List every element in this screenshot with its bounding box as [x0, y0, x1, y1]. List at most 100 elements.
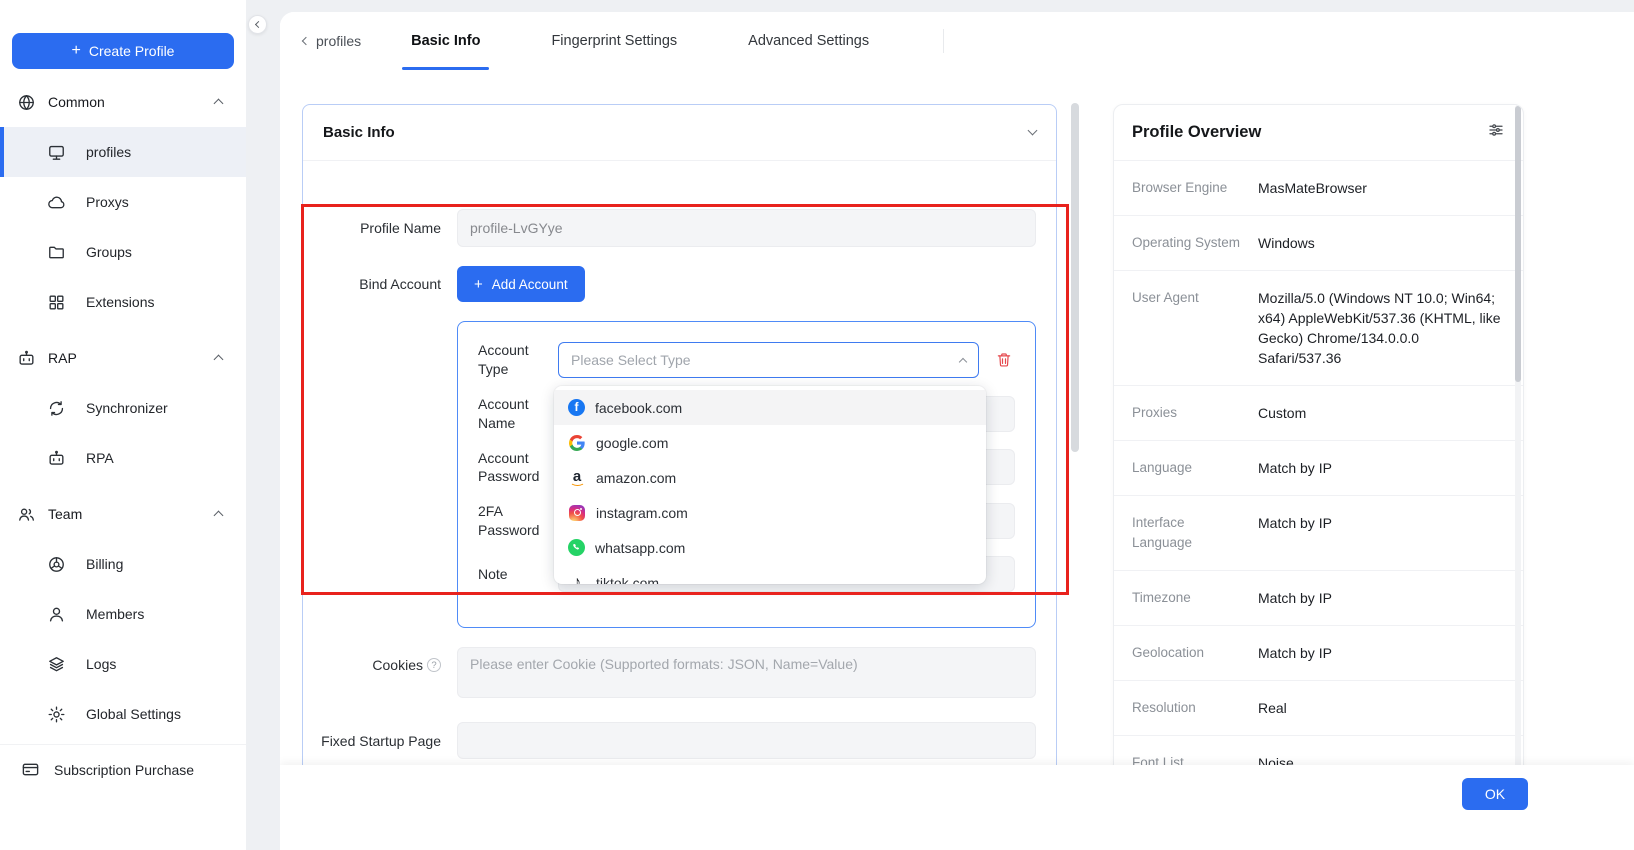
overview-label: Resolution — [1132, 698, 1258, 718]
sidebar-section-team[interactable]: Team — [0, 489, 246, 539]
plus-icon: + — [474, 276, 483, 293]
cookies-textarea[interactable] — [457, 647, 1036, 698]
overview-value: Match by IP — [1258, 458, 1505, 478]
help-icon[interactable] — [427, 658, 441, 672]
chevron-left-icon — [255, 21, 262, 28]
sidebar-item-rpa[interactable]: RPA — [0, 433, 246, 483]
main-scrollbar-thumb[interactable] — [1071, 103, 1079, 452]
dropdown-option-google[interactable]: google.com — [554, 425, 986, 460]
sync-icon — [46, 398, 66, 418]
overview-row: Browser Engine MasMateBrowser — [1114, 161, 1523, 216]
sidebar-item-global-settings[interactable]: Global Settings — [0, 689, 246, 739]
rpa-icon — [46, 448, 66, 468]
create-profile-button[interactable]: + Create Profile — [12, 33, 234, 69]
sidebar-item-profiles[interactable]: profiles — [0, 127, 246, 177]
overview-row: Operating System Windows — [1114, 216, 1523, 271]
overview-value: Match by IP — [1258, 588, 1505, 608]
sidebar-item-billing[interactable]: Billing — [0, 539, 246, 589]
ok-button[interactable]: OK — [1462, 778, 1528, 810]
fixed-startup-row: Fixed Startup Page — [303, 722, 1036, 759]
fixed-startup-input[interactable] — [457, 722, 1036, 759]
dropdown-option-amazon[interactable]: amazon.com — [554, 460, 986, 495]
card-icon — [20, 760, 40, 780]
add-account-button[interactable]: + Add Account — [457, 266, 585, 302]
sidebar-item-label: Extensions — [86, 294, 154, 310]
overview-value: Windows — [1258, 233, 1505, 253]
overview-row: Resolution Real — [1114, 681, 1523, 736]
overview-scrollbar-thumb[interactable] — [1515, 106, 1521, 382]
tab-bar: profiles Basic Info Fingerprint Settings… — [280, 12, 1634, 70]
sidebar-item-proxys[interactable]: Proxys — [0, 177, 246, 227]
profile-name-row: Profile Name — [303, 209, 1036, 247]
sidebar-collapse-button[interactable] — [248, 15, 267, 34]
account-name-label: Account Name — [478, 395, 558, 433]
overview-title: Profile Overview — [1132, 123, 1261, 142]
note-label: Note — [478, 565, 558, 584]
sidebar-item-groups[interactable]: Groups — [0, 227, 246, 277]
gear-icon — [46, 704, 66, 724]
sidebar-item-members[interactable]: Members — [0, 589, 246, 639]
sidebar-item-extensions[interactable]: Extensions — [0, 277, 246, 327]
overview-value: Mozilla/5.0 (Windows NT 10.0; Win64; x64… — [1258, 288, 1505, 368]
section-label: Common — [48, 94, 105, 110]
cookies-row: Cookies — [303, 647, 1036, 703]
overview-label: Interface Language — [1132, 513, 1258, 553]
section-label: RAP — [48, 350, 77, 366]
sidebar-item-logs[interactable]: Logs — [0, 639, 246, 689]
overview-label: Geolocation — [1132, 643, 1258, 663]
dropdown-option-whatsapp[interactable]: whatsapp.com — [554, 530, 986, 565]
cookies-label: Cookies — [372, 657, 423, 673]
main-panel: profiles Basic Info Fingerprint Settings… — [280, 12, 1634, 850]
chevron-up-icon — [215, 506, 222, 522]
sidebar-item-subscription-purchase[interactable]: Subscription Purchase — [0, 744, 246, 794]
add-account-label: Add Account — [492, 277, 568, 292]
breadcrumb-label: profiles — [316, 33, 361, 49]
profile-name-label: Profile Name — [303, 220, 457, 236]
dropdown-option-tiktok[interactable]: tiktok.com — [554, 565, 986, 584]
dropdown-option-instagram[interactable]: instagram.com — [554, 495, 986, 530]
option-label: google.com — [596, 435, 668, 451]
overview-value: Match by IP — [1258, 513, 1505, 553]
breadcrumb-back[interactable]: profiles — [303, 12, 361, 70]
tab-basic-info[interactable]: Basic Info — [402, 12, 489, 70]
sidebar-item-label: Groups — [86, 244, 132, 260]
sidebar-item-label: Synchronizer — [86, 400, 168, 416]
sidebar-item-label: Subscription Purchase — [54, 762, 194, 778]
option-label: facebook.com — [595, 400, 682, 416]
dropdown-option-facebook[interactable]: facebook.com — [554, 390, 986, 425]
amazon-icon — [568, 469, 586, 487]
overview-label: Operating System — [1132, 233, 1258, 253]
sidebar-item-synchronizer[interactable]: Synchronizer — [0, 383, 246, 433]
tab-fingerprint-settings[interactable]: Fingerprint Settings — [542, 12, 686, 70]
overview-value: Real — [1258, 698, 1505, 718]
sidebar-section-rap[interactable]: RAP — [0, 333, 246, 383]
sidebar-item-label: Logs — [86, 656, 116, 672]
overview-row: Proxies Custom — [1114, 386, 1523, 441]
overview-label: Timezone — [1132, 588, 1258, 608]
section-label: Team — [48, 506, 82, 522]
option-label: amazon.com — [596, 470, 676, 486]
globe-icon — [16, 92, 36, 112]
overview-row: Timezone Match by IP — [1114, 571, 1523, 626]
profile-name-input[interactable] — [457, 209, 1036, 247]
overview-value: MasMateBrowser — [1258, 178, 1505, 198]
sliders-icon[interactable] — [1487, 121, 1505, 144]
overview-row: Interface Language Match by IP — [1114, 496, 1523, 571]
overview-value: Match by IP — [1258, 643, 1505, 663]
overview-row: Language Match by IP — [1114, 441, 1523, 496]
chevron-up-icon — [960, 352, 966, 368]
overview-value: Custom — [1258, 403, 1505, 423]
basic-info-card-header[interactable]: Basic Info — [303, 105, 1056, 161]
plus-icon: + — [72, 42, 81, 60]
grid-icon — [46, 292, 66, 312]
chevron-left-icon — [302, 37, 310, 45]
trash-icon — [995, 351, 1013, 369]
account-type-select[interactable]: Please Select Type — [558, 342, 979, 378]
sidebar-item-label: Proxys — [86, 194, 129, 210]
delete-account-button[interactable] — [995, 350, 1015, 370]
overview-label: User Agent — [1132, 288, 1258, 368]
overview-row: Geolocation Match by IP — [1114, 626, 1523, 681]
overview-label: Language — [1132, 458, 1258, 478]
tab-advanced-settings[interactable]: Advanced Settings — [739, 12, 878, 70]
sidebar-section-common[interactable]: Common — [0, 77, 246, 127]
